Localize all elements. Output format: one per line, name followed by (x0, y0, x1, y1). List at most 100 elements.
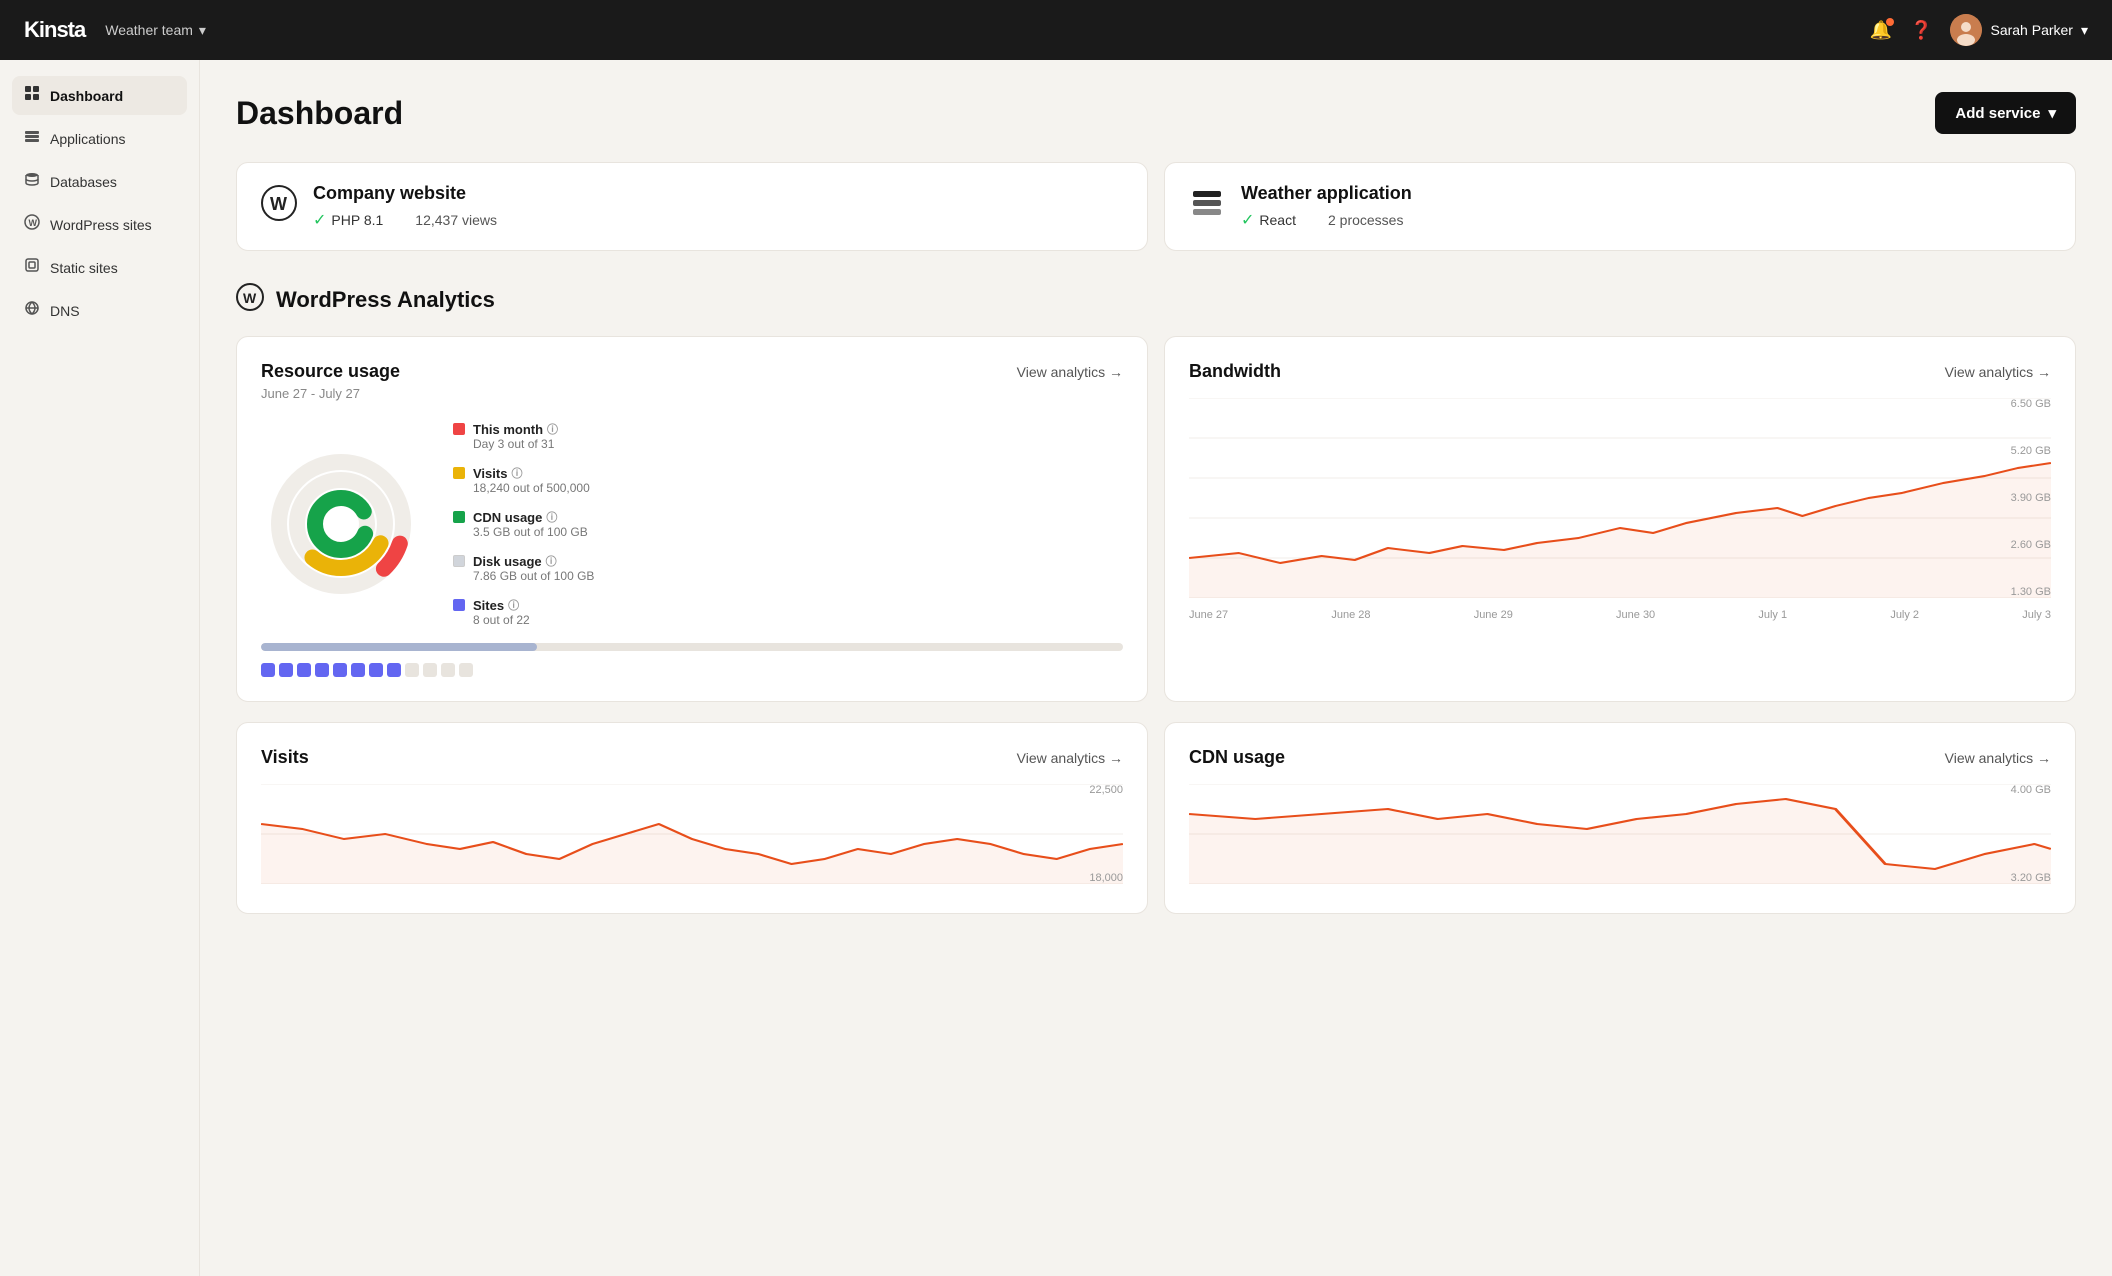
notification-icon[interactable]: 🔔 (1870, 20, 1892, 41)
visits-chart-wrap: 22,500 18,000 (261, 784, 1123, 889)
dot-8 (387, 663, 401, 677)
service-card-weather[interactable]: Weather application ✓ React 2 processes (1164, 162, 2076, 251)
x-label-7: July 3 (2022, 609, 2051, 621)
cdn-view-analytics-link[interactable]: View analytics → (1945, 750, 2051, 766)
user-name: Sarah Parker (1990, 22, 2072, 38)
cdn-chart-wrap: 4.00 GB 3.20 GB (1189, 784, 2051, 889)
sidebar-item-label: Dashboard (50, 88, 123, 104)
topnav-right: 🔔 ❓ Sarah Parker ▾ (1870, 14, 2088, 46)
service-cards: W Company website ✓ PHP 8.1 12,437 views (236, 162, 2076, 251)
visits-title: Visits (261, 747, 309, 768)
resource-usage-title: Resource usage (261, 361, 400, 382)
visits-header: Visits View analytics → (261, 747, 1123, 768)
legend-sub-thismonth: Day 3 out of 31 (473, 437, 558, 451)
processes-label: 2 processes (1328, 212, 1403, 228)
x-label-2: June 28 (1331, 609, 1370, 621)
resource-usage-card: Resource usage View analytics → June 27 … (236, 336, 1148, 702)
sidebar-item-dns[interactable]: DNS (12, 291, 187, 330)
meta-processes: 2 processes (1328, 212, 1403, 228)
team-name: Weather team (105, 22, 193, 38)
cdn-card: CDN usage View analytics → 4.00 GB 3.20 … (1164, 722, 2076, 914)
service-card-info: Weather application ✓ React 2 processes (1241, 183, 2051, 230)
meta-php-label: PHP 8.1 (331, 212, 383, 228)
sidebar-item-databases[interactable]: Databases (12, 162, 187, 201)
legend-item-cdn: CDN usage ⓘ 3.5 GB out of 100 GB (453, 509, 594, 539)
legend-label-cdn: CDN usage ⓘ (473, 509, 588, 525)
donut-chart (261, 444, 421, 604)
dot-5 (333, 663, 347, 677)
sidebar-item-applications[interactable]: Applications (12, 119, 187, 158)
resource-usage-header: Resource usage View analytics → (261, 361, 1123, 382)
team-selector[interactable]: Weather team ▾ (105, 22, 206, 39)
dns-icon (24, 300, 40, 321)
legend-label-visits: Visits ⓘ (473, 465, 590, 481)
legend: This month ⓘ Day 3 out of 31 Visits ⓘ 18… (453, 421, 594, 627)
bandwidth-chart-svg (1189, 398, 2051, 598)
user-menu[interactable]: Sarah Parker ▾ (1950, 14, 2088, 46)
legend-dot-cdn (453, 511, 465, 523)
svg-text:W: W (29, 218, 38, 228)
cdn-chart-svg (1189, 784, 2051, 884)
dot-row (261, 663, 1123, 677)
legend-item-visits: Visits ⓘ 18,240 out of 500,000 (453, 465, 594, 495)
sidebar-item-wordpress[interactable]: W WordPress sites (12, 205, 187, 244)
resource-date: June 27 - July 27 (261, 386, 1123, 401)
x-label-6: July 2 (1890, 609, 1919, 621)
add-service-button[interactable]: Add service ▾ (1935, 92, 2076, 134)
databases-icon (24, 171, 40, 192)
legend-dot-disk (453, 555, 465, 567)
legend-sub-visits: 18,240 out of 500,000 (473, 481, 590, 495)
chevron-down-icon: ▾ (199, 22, 206, 39)
resource-view-analytics-link[interactable]: View analytics → (1017, 364, 1123, 380)
progress-bars (261, 643, 1123, 677)
bandwidth-chart-wrap: 6.50 GB 5.20 GB 3.90 GB 2.60 GB 1.30 GB (1189, 398, 2051, 603)
views-label: 12,437 views (415, 212, 497, 228)
legend-item-sites: Sites ⓘ 8 out of 22 (453, 597, 594, 627)
visits-view-analytics-link[interactable]: View analytics → (1017, 750, 1123, 766)
dot-11 (441, 663, 455, 677)
dot-6 (351, 663, 365, 677)
topnav: Kinsta Weather team ▾ 🔔 ❓ Sarah Parker ▾ (0, 0, 2112, 60)
add-service-label: Add service (1955, 105, 2040, 122)
legend-sub-cdn: 3.5 GB out of 100 GB (473, 525, 588, 539)
service-card-company[interactable]: W Company website ✓ PHP 8.1 12,437 views (236, 162, 1148, 251)
help-icon[interactable]: ❓ (1910, 20, 1932, 41)
dot-10 (423, 663, 437, 677)
svg-text:W: W (270, 194, 287, 214)
x-label-4: June 30 (1616, 609, 1655, 621)
legend-dot-thismonth (453, 423, 465, 435)
logo: Kinsta (24, 17, 85, 43)
bandwidth-view-analytics-link[interactable]: View analytics → (1945, 364, 2051, 380)
applications-icon (24, 128, 40, 149)
legend-sub-sites: 8 out of 22 (473, 613, 530, 627)
meta-views: 12,437 views (415, 212, 497, 228)
dot-9 (405, 663, 419, 677)
sidebar-item-dashboard[interactable]: Dashboard (12, 76, 187, 115)
resource-body: This month ⓘ Day 3 out of 31 Visits ⓘ 18… (261, 421, 1123, 627)
meta-php: ✓ PHP 8.1 (313, 210, 383, 230)
meta-react: ✓ React (1241, 210, 1296, 230)
analytics-bottom-grid: Visits View analytics → 22,500 18,000 (236, 722, 2076, 914)
x-label-1: June 27 (1189, 609, 1228, 621)
x-label-5: July 1 (1758, 609, 1787, 621)
wp-section-icon: W (236, 283, 264, 316)
notification-dot (1886, 18, 1894, 26)
user-chevron-icon: ▾ (2081, 22, 2088, 39)
svg-text:W: W (243, 290, 257, 306)
bandwidth-card: Bandwidth View analytics → (1164, 336, 2076, 702)
meta-react-label: React (1259, 212, 1296, 228)
legend-sub-disk: 7.86 GB out of 100 GB (473, 569, 594, 583)
legend-item-thismonth: This month ⓘ Day 3 out of 31 (453, 421, 594, 451)
bandwidth-title: Bandwidth (1189, 361, 1281, 382)
dot-7 (369, 663, 383, 677)
avatar (1950, 14, 1982, 46)
sidebar-item-static[interactable]: Static sites (12, 248, 187, 287)
stack-service-icon (1189, 185, 1225, 228)
wordpress-icon: W (24, 214, 40, 235)
service-meta: ✓ React 2 processes (1241, 210, 2051, 230)
legend-dot-visits (453, 467, 465, 479)
page-title: Dashboard (236, 95, 403, 132)
service-name: Weather application (1241, 183, 2051, 204)
service-card-info: Company website ✓ PHP 8.1 12,437 views (313, 183, 1123, 230)
add-service-chevron: ▾ (2048, 104, 2056, 122)
